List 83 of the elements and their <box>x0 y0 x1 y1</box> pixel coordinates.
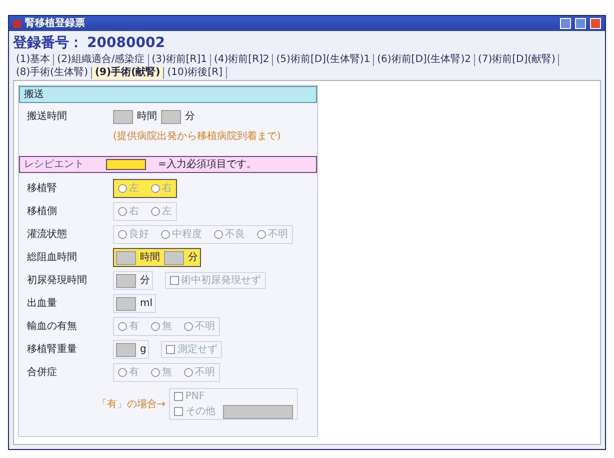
window-title: 腎移植登録票 <box>25 18 85 28</box>
field-label: 初尿発現時間 <box>27 274 88 288</box>
close-button[interactable] <box>590 18 601 29</box>
unit-label: 時間 <box>140 250 160 265</box>
radio-button[interactable] <box>118 230 127 239</box>
radio-button[interactable] <box>118 322 127 331</box>
tab[interactable]: (3)術前[R]1 <box>148 54 211 66</box>
radio-button[interactable] <box>151 368 160 377</box>
radio-button[interactable] <box>214 230 223 239</box>
checkbox[interactable] <box>166 345 176 354</box>
option-label: 右 <box>129 205 139 219</box>
tab[interactable]: (10)術後[R] <box>164 67 226 79</box>
checkbox[interactable] <box>174 392 184 401</box>
minimize-button[interactable] <box>560 18 571 29</box>
radio-button[interactable] <box>151 207 160 216</box>
tab[interactable]: (9)手術(献腎) <box>92 67 164 79</box>
legend-text: =入力必須項目です。 <box>158 158 256 172</box>
field-label: 総阻血時間 <box>27 250 78 265</box>
field-label: 合併症 <box>27 366 58 380</box>
radio-button[interactable] <box>118 184 127 193</box>
tab[interactable]: (2)組織適合/感染症 <box>54 54 149 66</box>
radio-button[interactable] <box>184 322 193 331</box>
tab[interactable]: (1)基本 <box>13 54 54 66</box>
radio-button[interactable] <box>118 207 127 216</box>
field-label: 移植側 <box>27 204 58 219</box>
condition-label: 「有」の場合→ <box>97 398 166 412</box>
option-label: 不明 <box>195 320 215 334</box>
field-label: 移植腎 <box>27 182 58 196</box>
unit-label: ml <box>140 297 153 311</box>
tab[interactable]: (5)術前[D](生体腎)1 <box>273 54 374 66</box>
checkbox[interactable] <box>174 407 184 416</box>
input-field[interactable] <box>161 110 181 124</box>
unit-label: g <box>140 343 146 357</box>
note-text: (提供病院出発から移植病院到着まで) <box>112 130 282 144</box>
option-label: 不明 <box>268 228 288 242</box>
radio-button[interactable] <box>151 184 160 193</box>
checkbox-label: その他 <box>185 405 216 419</box>
option-label: 左 <box>129 182 139 196</box>
input-field[interactable] <box>116 343 136 357</box>
option-label: 右 <box>162 182 172 196</box>
unit-label: 分 <box>140 274 150 288</box>
checkbox[interactable] <box>170 276 179 285</box>
checkbox-label: PNF <box>185 390 205 404</box>
option-label: 不良 <box>225 228 245 242</box>
option-label: 良好 <box>129 228 149 242</box>
tab[interactable]: (7)術前[D](献腎) <box>474 54 560 66</box>
field-label: 出血量 <box>27 296 58 311</box>
maximize-button[interactable] <box>575 18 586 29</box>
tab[interactable]: (4)術前[R]2 <box>211 54 274 66</box>
option-label: 左 <box>162 205 172 219</box>
section-header: 搬送 <box>19 86 317 103</box>
option-label: 有 <box>129 320 139 334</box>
option-label: 無 <box>162 320 172 334</box>
registration-label: 登録番号： <box>13 34 83 53</box>
input-field[interactable] <box>116 297 136 311</box>
app-icon <box>13 20 21 28</box>
tab[interactable]: (6)術前[D](生体腎)2 <box>374 54 475 66</box>
radio-button[interactable] <box>161 230 170 239</box>
field-label: 移植腎重量 <box>27 342 78 357</box>
option-label: 中程度 <box>172 228 202 242</box>
registration-number: 20080002 <box>87 34 165 53</box>
input-field[interactable] <box>223 404 294 418</box>
input-field[interactable] <box>116 274 136 288</box>
unit-label: 時間 <box>137 110 157 124</box>
radio-button[interactable] <box>184 368 193 377</box>
required-swatch <box>106 159 146 170</box>
input-field[interactable] <box>164 251 184 265</box>
radio-button[interactable] <box>257 230 266 239</box>
checkbox-label: 術中初尿発現せず <box>181 274 261 288</box>
option-label: 無 <box>162 366 172 380</box>
field-label: 搬送時間 <box>27 110 68 124</box>
section-title: レシピエント <box>24 158 85 172</box>
option-label: 不明 <box>195 366 215 380</box>
unit-label: 分 <box>188 251 198 265</box>
field-label: 輸血の有無 <box>27 320 78 334</box>
checkbox-label: 測定せず <box>177 342 218 357</box>
field-label: 灌流状態 <box>27 228 68 242</box>
radio-button[interactable] <box>151 322 160 331</box>
input-field[interactable] <box>116 251 136 265</box>
input-field[interactable] <box>113 110 133 124</box>
radio-button[interactable] <box>118 368 127 377</box>
unit-label: 分 <box>185 110 195 124</box>
option-label: 有 <box>129 366 139 380</box>
